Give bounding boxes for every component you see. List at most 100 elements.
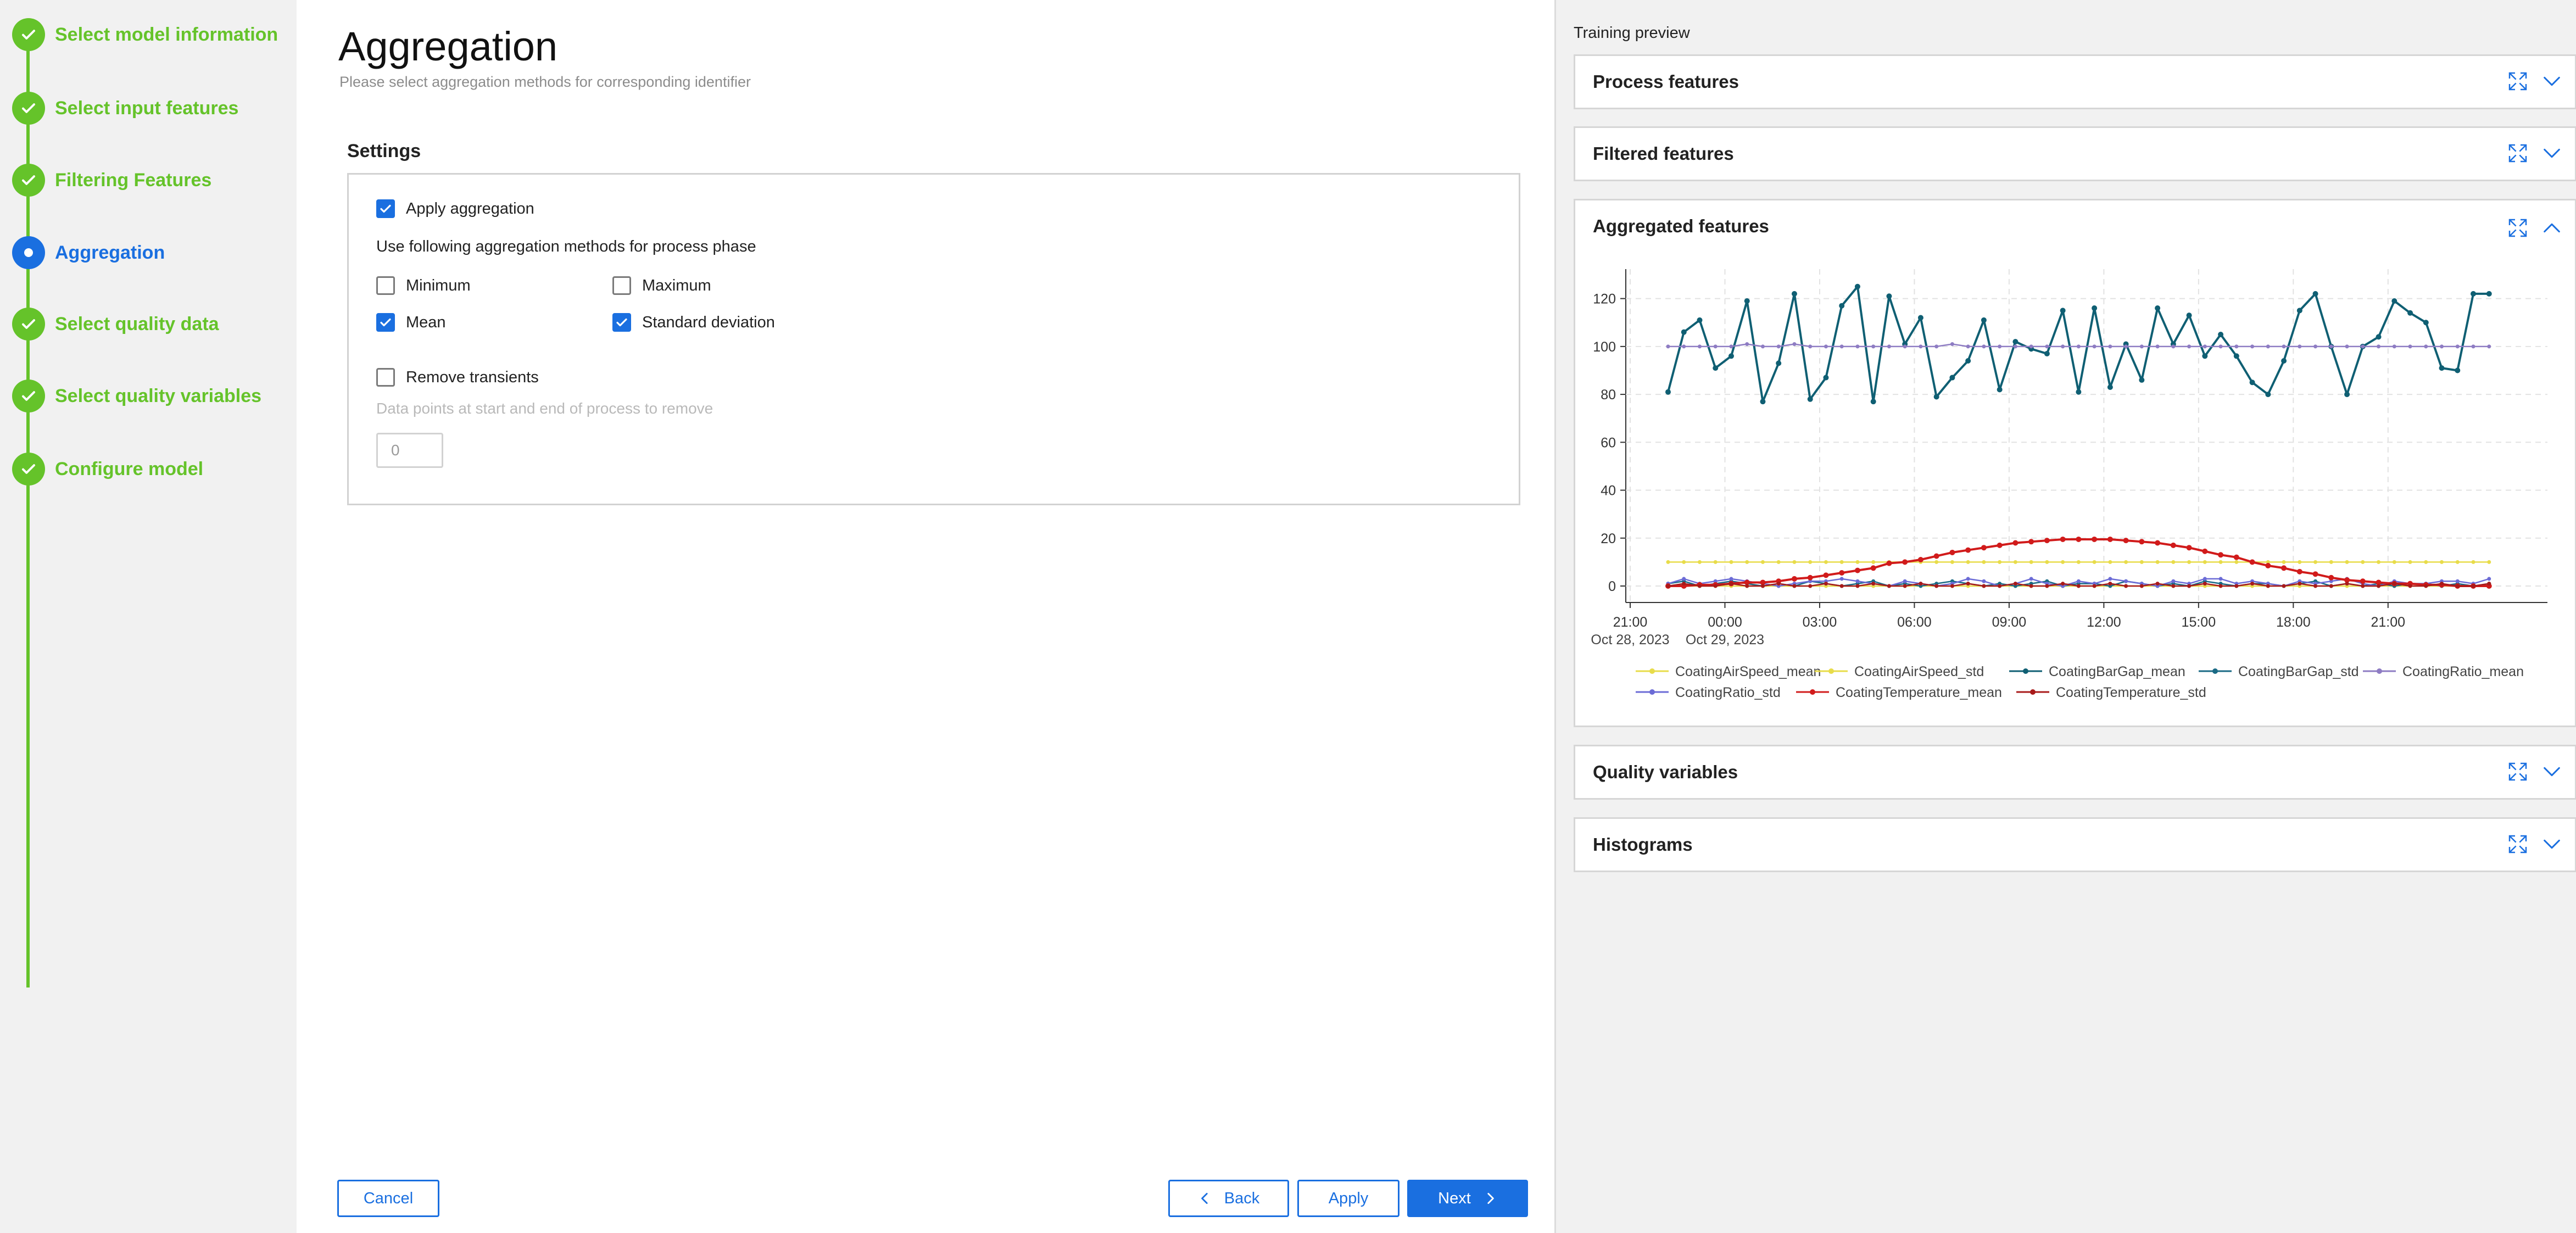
remove-transients-checkbox[interactable]: Remove transients xyxy=(376,368,539,387)
accordion-filtered-features[interactable]: Filtered features xyxy=(1574,126,2576,181)
data-point-CoatingAirSpeed_mean xyxy=(1776,560,1781,564)
data-point-CoatingTemperature_std xyxy=(1824,582,1828,586)
data-point-CoatingTemperature_mean xyxy=(2028,539,2034,545)
step-configure-model[interactable]: Configure model xyxy=(12,453,203,486)
data-point-CoatingTemperature_std xyxy=(1682,582,1686,586)
step-select-input-features[interactable]: Select input features xyxy=(12,92,238,125)
data-point-CoatingBarGap_mean xyxy=(2012,339,2019,345)
transient-points-input[interactable] xyxy=(376,433,443,468)
mean-checkbox[interactable]: Mean xyxy=(376,313,446,332)
data-point-CoatingRatio_std xyxy=(1903,579,1907,583)
data-point-CoatingRatio_std xyxy=(2171,579,2176,583)
chevron-down-icon[interactable] xyxy=(2541,70,2563,92)
apply-button[interactable]: Apply xyxy=(1297,1180,1399,1217)
data-point-CoatingBarGap_mean xyxy=(1807,396,1813,402)
data-point-CoatingBarGap_mean xyxy=(2376,334,2382,340)
expand-icon[interactable] xyxy=(2507,761,2529,783)
next-button[interactable]: Next xyxy=(1407,1180,1528,1217)
checkbox-label: Apply aggregation xyxy=(406,199,534,217)
data-point-CoatingBarGap_mean xyxy=(2044,350,2050,356)
data-point-CoatingBarGap_mean xyxy=(2233,353,2239,359)
data-point-CoatingRatio_mean xyxy=(2250,344,2255,349)
expand-icon[interactable] xyxy=(2507,142,2529,164)
data-point-CoatingRatio_mean xyxy=(2487,344,2491,349)
chevron-up-icon[interactable] xyxy=(2541,217,2563,239)
back-button-label: Back xyxy=(1224,1189,1260,1207)
data-point-CoatingBarGap_mean xyxy=(1949,375,1955,381)
page-title: Aggregation xyxy=(338,24,558,69)
data-point-CoatingTemperature_mean xyxy=(1886,560,1892,566)
data-point-CoatingTemperature_std xyxy=(2329,584,2333,588)
data-point-CoatingRatio_mean xyxy=(2013,344,2017,349)
chevron-down-icon[interactable] xyxy=(2541,761,2563,783)
accordion-quality-variables[interactable]: Quality variables xyxy=(1574,745,2576,800)
data-point-CoatingAirSpeed_mean xyxy=(1697,560,1702,564)
data-point-CoatingAirSpeed_mean xyxy=(1855,560,1860,564)
data-point-CoatingBarGap_mean xyxy=(2423,320,2429,326)
data-point-CoatingTemperature_std xyxy=(1871,582,1876,586)
step-aggregation[interactable]: Aggregation xyxy=(12,236,165,269)
data-point-CoatingTemperature_mean xyxy=(1917,557,1923,563)
data-point-CoatingTemperature_mean xyxy=(2076,536,2082,542)
data-point-CoatingAirSpeed_mean xyxy=(2139,560,2144,564)
data-point-CoatingTemperature_std xyxy=(2187,584,2192,588)
expand-icon[interactable] xyxy=(2507,70,2529,92)
step-filtering-features[interactable]: Filtering Features xyxy=(12,164,211,197)
accordion-process-features[interactable]: Process features xyxy=(1574,54,2576,109)
data-point-CoatingBarGap_mean xyxy=(2139,377,2145,383)
data-point-CoatingAirSpeed_mean xyxy=(1792,560,1797,564)
expand-icon[interactable] xyxy=(2507,833,2529,855)
data-point-CoatingRatio_mean xyxy=(2029,344,2033,349)
data-point-CoatingRatio_mean xyxy=(2313,344,2318,349)
data-point-CoatingTemperature_std xyxy=(2155,582,2160,586)
data-point-CoatingTemperature_mean xyxy=(1949,549,1955,555)
back-button[interactable]: Back xyxy=(1168,1180,1289,1217)
data-point-CoatingAirSpeed_mean xyxy=(2029,560,2033,564)
data-point-CoatingBarGap_mean xyxy=(1697,317,1703,323)
accordion-title: Filtered features xyxy=(1593,143,1734,164)
data-point-CoatingAirSpeed_mean xyxy=(2329,560,2333,564)
data-point-CoatingTemperature_std xyxy=(2345,582,2349,586)
cancel-button[interactable]: Cancel xyxy=(337,1180,439,1217)
accordion-histograms[interactable]: Histograms xyxy=(1574,817,2576,872)
minimum-checkbox[interactable]: Minimum xyxy=(376,276,471,295)
step-select-quality-variables[interactable]: Select quality variables xyxy=(12,380,261,412)
expand-icon[interactable] xyxy=(2507,217,2529,239)
apply-aggregation-checkbox[interactable]: Apply aggregation xyxy=(376,199,534,218)
step-select-quality-data[interactable]: Select quality data xyxy=(12,308,219,341)
data-point-CoatingTemperature_mean xyxy=(2202,548,2208,554)
data-point-CoatingBarGap_mean xyxy=(1997,387,2003,393)
data-point-CoatingBarGap_mean xyxy=(1681,329,1687,335)
data-point-CoatingRatio_std xyxy=(1855,579,1860,583)
x-tick-label: 15:00 xyxy=(2182,615,2216,630)
y-tick-label: 40 xyxy=(1601,483,1616,499)
data-point-CoatingAirSpeed_mean xyxy=(2045,560,2049,564)
standard-deviation-checkbox[interactable]: Standard deviation xyxy=(612,313,775,332)
accordion-aggregated-features[interactable]: Aggregated features 0 20 40 60 80 100 120 21:00… xyxy=(1574,199,2576,727)
data-point-CoatingTemperature_mean xyxy=(2155,540,2161,546)
data-point-CoatingAirSpeed_mean xyxy=(2203,560,2207,564)
data-point-CoatingTemperature_std xyxy=(1934,584,1939,588)
data-point-CoatingTemperature_mean xyxy=(2328,574,2334,581)
data-point-CoatingAirSpeed_mean xyxy=(2392,560,2396,564)
data-point-CoatingTemperature_mean xyxy=(2092,536,2098,542)
maximum-checkbox[interactable]: Maximum xyxy=(612,276,711,295)
data-point-CoatingTemperature_mean xyxy=(2249,559,2255,565)
data-point-CoatingTemperature_std xyxy=(2361,584,2365,588)
data-point-CoatingBarGap_mean xyxy=(2060,308,2066,314)
data-point-CoatingTemperature_std xyxy=(2092,584,2097,588)
chevron-down-icon[interactable] xyxy=(2541,833,2563,855)
chevron-down-icon[interactable] xyxy=(2541,142,2563,164)
data-point-CoatingBarGap_mean xyxy=(1665,389,1671,395)
data-point-CoatingAirSpeed_mean xyxy=(1760,560,1765,564)
x-tick-label: 21:00 xyxy=(1613,615,1648,630)
data-point-CoatingTemperature_std xyxy=(2234,584,2239,588)
step-select-model-information[interactable]: Select model information xyxy=(12,18,278,51)
x-tick-label: 21:00 xyxy=(2371,615,2406,630)
data-point-CoatingRatio_std xyxy=(2076,579,2081,583)
data-point-CoatingTemperature_std xyxy=(2424,584,2428,588)
data-point-CoatingBarGap_mean xyxy=(2312,291,2318,297)
data-point-CoatingRatio_mean xyxy=(1666,344,1670,349)
legend-label-CoatingBarGap_std: CoatingBarGap_std xyxy=(2238,664,2359,679)
y-tick-label: 20 xyxy=(1601,531,1616,546)
